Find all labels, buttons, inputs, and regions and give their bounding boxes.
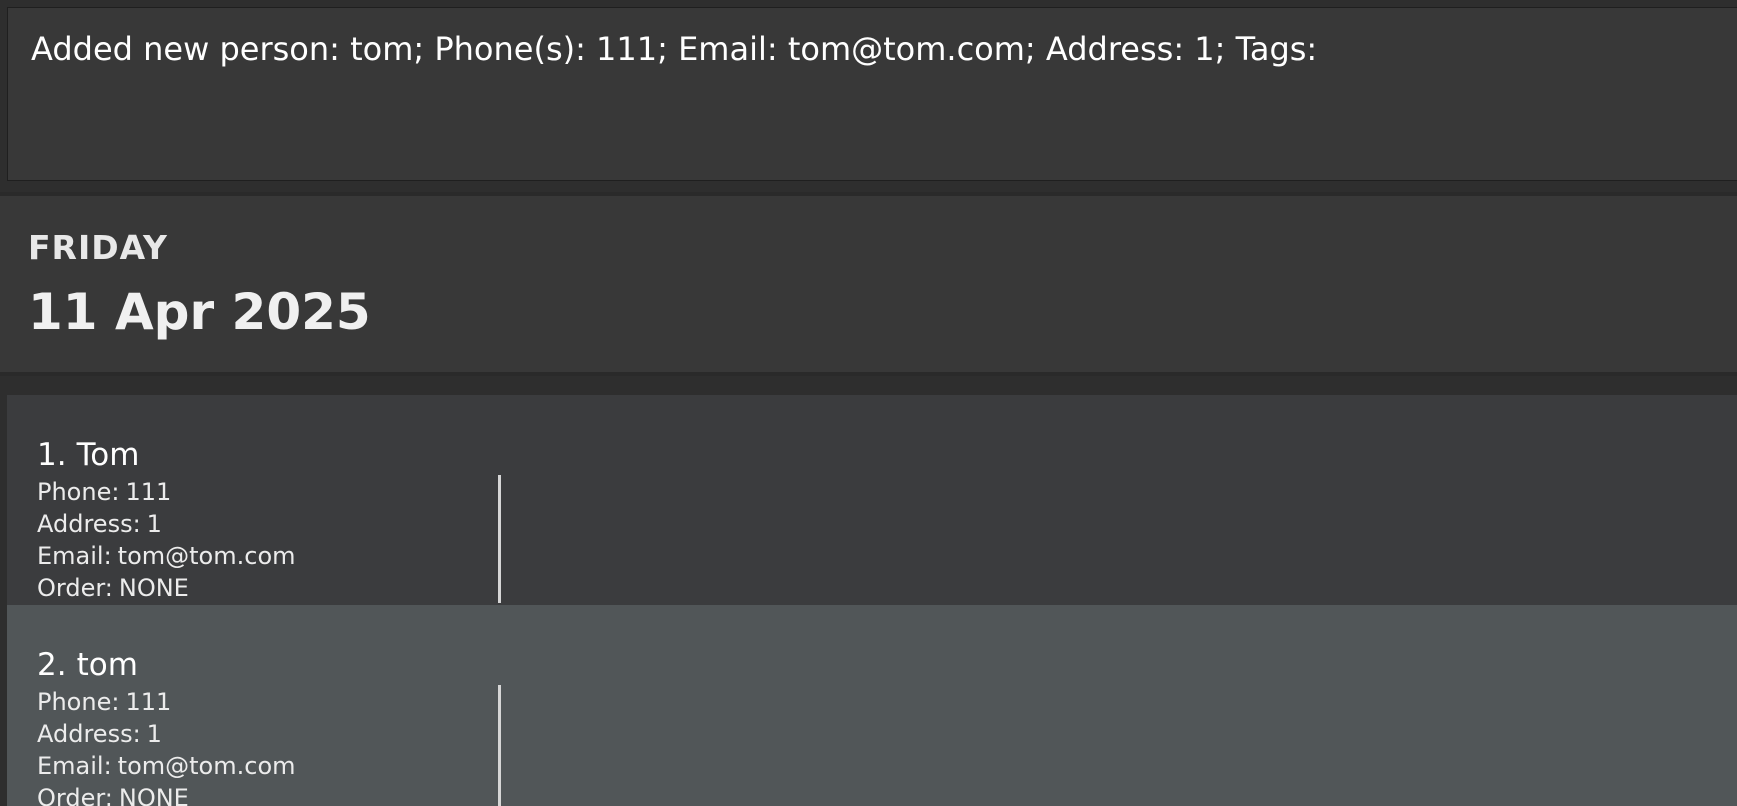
date-label: 11 Apr 2025 xyxy=(28,283,371,341)
address-label: Address: xyxy=(37,720,141,748)
person-order: Order: NONE xyxy=(37,783,189,806)
email-label: Email: xyxy=(37,752,112,780)
person-address: Address: 1 xyxy=(37,509,162,539)
person-name-text: Tom xyxy=(76,437,140,473)
person-name: 1. Tom xyxy=(37,437,139,473)
person-address: Address: 1 xyxy=(37,719,162,749)
order-label: Order: xyxy=(37,784,113,806)
address-value: 1 xyxy=(146,720,162,748)
order-value: NONE xyxy=(118,784,189,806)
order-label: Order: xyxy=(37,574,113,602)
person-card-2[interactable]: 2. tom Phone: 111 Address: 1 Email: tom@tom.… xyxy=(7,605,1737,806)
person-email: Email: tom@tom.com xyxy=(37,751,296,781)
person-card-1[interactable]: 1. Tom Phone: 111 Address: 1 Email: tom@tom.… xyxy=(7,395,1737,605)
person-phone: Phone: 111 xyxy=(37,687,171,717)
order-value: NONE xyxy=(118,574,189,602)
day-of-week-label: FRIDAY xyxy=(28,228,168,267)
person-name-text: tom xyxy=(76,647,138,683)
person-email: Email: tom@tom.com xyxy=(37,541,296,571)
email-label: Email: xyxy=(37,542,112,570)
address-label: Address: xyxy=(37,510,141,538)
card-separator-line xyxy=(498,475,501,603)
result-message: Added new person: tom; Phone(s): 111; Em… xyxy=(31,30,1318,68)
email-value: tom@tom.com xyxy=(117,542,296,570)
person-index: 2. xyxy=(37,647,67,683)
person-index: 1. xyxy=(37,437,67,473)
result-display-box[interactable]: Added new person: tom; Phone(s): 111; Em… xyxy=(7,7,1737,181)
phone-value: 111 xyxy=(125,478,172,506)
person-list[interactable]: 1. Tom Phone: 111 Address: 1 Email: tom@tom.… xyxy=(0,376,1737,806)
phone-label: Phone: xyxy=(37,688,120,716)
phone-value: 111 xyxy=(125,688,172,716)
person-order: Order: NONE xyxy=(37,573,189,603)
card-separator-line xyxy=(498,685,501,806)
person-phone: Phone: 111 xyxy=(37,477,171,507)
app-window: Added new person: tom; Phone(s): 111; Em… xyxy=(0,0,1737,806)
person-name: 2. tom xyxy=(37,647,138,683)
address-value: 1 xyxy=(146,510,162,538)
phone-label: Phone: xyxy=(37,478,120,506)
date-header-panel: FRIDAY 11 Apr 2025 xyxy=(0,196,1737,372)
email-value: tom@tom.com xyxy=(117,752,296,780)
